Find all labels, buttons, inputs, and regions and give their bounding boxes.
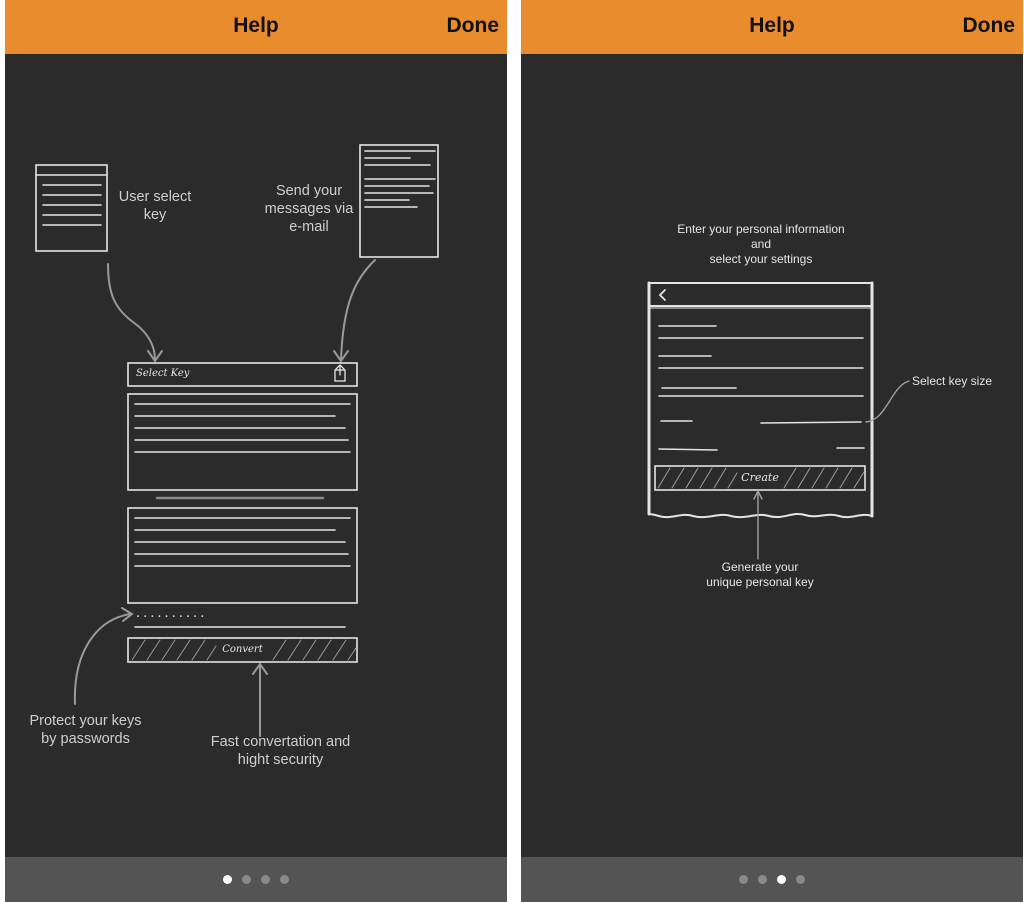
convert-label: Convert	[222, 644, 263, 655]
caption-select-key-size: Select key size	[911, 374, 993, 388]
page-dot-3[interactable]	[261, 875, 270, 884]
page-dots[interactable]	[5, 875, 507, 884]
help-illustration: Select Key .......... Convert User selec…	[5, 54, 507, 857]
nav-bar: Help Done	[521, 0, 1023, 54]
password-dots: ..........	[136, 606, 208, 621]
caption-generate-key: Generate your unique personal key	[706, 560, 814, 589]
page-dot-4[interactable]	[280, 875, 289, 884]
page-dots[interactable]	[521, 875, 1023, 884]
page-dot-4[interactable]	[796, 875, 805, 884]
select-key-label: Select Key	[136, 368, 190, 379]
caption-enter-info: Enter your personal information and sele…	[677, 222, 845, 266]
caption-fast-conversion: Fast convertation and hight security	[210, 734, 351, 769]
caption-send-messages: Send your messages via e-mail	[264, 183, 354, 236]
page-title: Help	[749, 14, 795, 37]
help-illustration: Create Enter your personal information a…	[521, 54, 1023, 857]
page-dot-1[interactable]	[223, 875, 232, 884]
page-dot-1[interactable]	[739, 875, 748, 884]
page-indicator-bar	[5, 857, 507, 902]
caption-user-select-key: User select key	[118, 189, 192, 224]
page-dot-3[interactable]	[777, 875, 786, 884]
done-button[interactable]: Done	[963, 14, 1016, 38]
help-screen-left: Help Done Select Key .......... Convert …	[5, 0, 507, 902]
done-button[interactable]: Done	[447, 14, 500, 38]
page-dot-2[interactable]	[242, 875, 251, 884]
page-indicator-bar	[521, 857, 1023, 902]
nav-bar: Help Done	[5, 0, 507, 54]
caption-protect-keys: Protect your keys by passwords	[29, 713, 142, 748]
sketch-drawing	[647, 281, 910, 560]
page-title: Help	[233, 14, 279, 37]
help-screen-right: Help Done Create Enter your personal inf…	[521, 0, 1023, 902]
page-dot-2[interactable]	[758, 875, 767, 884]
create-label: Create	[741, 471, 779, 484]
